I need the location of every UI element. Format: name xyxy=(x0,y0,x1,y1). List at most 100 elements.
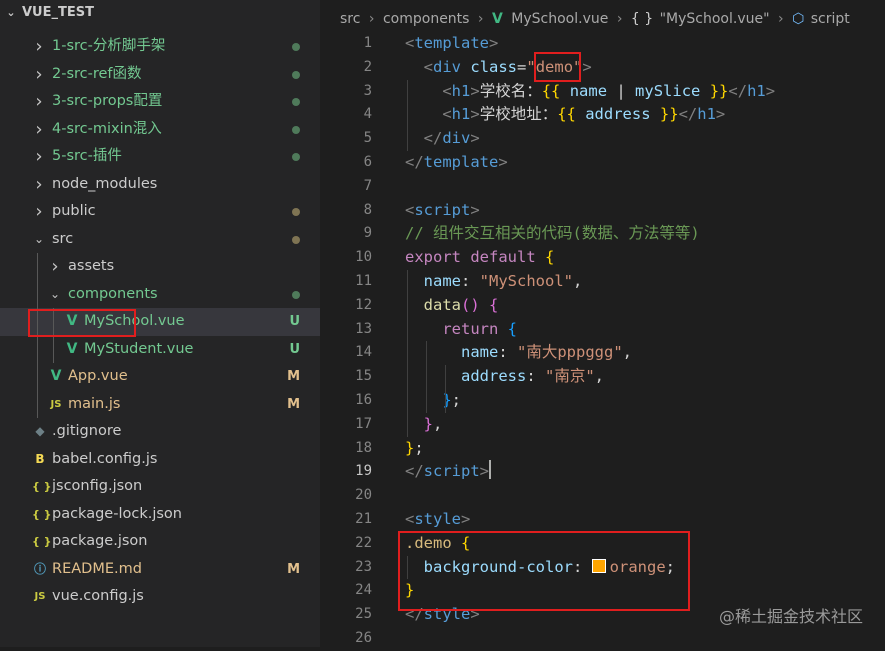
tree-item[interactable]: V MySchool.vue U xyxy=(0,308,320,336)
tree-item[interactable]: ◆ .gitignore xyxy=(0,418,320,446)
tree-item[interactable]: › 2-src-ref函数 xyxy=(0,61,320,89)
code-text: </div> xyxy=(405,127,480,151)
code-line[interactable]: 14 name: "南大pppggg", xyxy=(320,341,885,365)
code-line[interactable]: 17 }, xyxy=(320,413,885,437)
chevron-down-icon[interactable]: ⌄ xyxy=(48,281,62,309)
tree-item[interactable]: ⌄ components xyxy=(0,280,320,309)
code-line[interactable]: 3 <h1>学校名：{{ name | mySlice }}</h1> xyxy=(320,80,885,104)
tree-item[interactable]: JS vue.config.js xyxy=(0,583,320,611)
git-status-dot xyxy=(292,70,300,79)
code-text: .demo { xyxy=(405,532,470,556)
code-line[interactable]: 23 background-color: orange; xyxy=(320,556,885,580)
tree-item[interactable]: › node_modules xyxy=(0,171,320,199)
chevron-right-icon[interactable]: › xyxy=(32,116,46,144)
code-line[interactable]: 2 <div class="demo"> xyxy=(320,56,885,80)
line-number: 7 xyxy=(363,177,372,194)
chevron-right-icon[interactable]: › xyxy=(32,88,46,116)
code-line[interactable]: 10 export default { xyxy=(320,246,885,270)
explorer-project-header[interactable]: ⌄ VUE_TEST xyxy=(0,0,320,26)
code-line[interactable]: 16 }; xyxy=(320,389,885,413)
code-area[interactable]: 1 <template> 2 <div class="demo"> 3 <h1>学校名… xyxy=(320,32,885,651)
code-line[interactable]: 4 <h1>学校地址：{{ address }}</h1> xyxy=(320,103,885,127)
chevron-right-icon[interactable]: › xyxy=(32,143,46,171)
tree-item[interactable]: V MyStudent.vue U xyxy=(0,335,320,363)
tree-item[interactable]: V App.vue M xyxy=(0,363,320,391)
breadcrumb-components[interactable]: components xyxy=(383,11,470,27)
code-line[interactable]: 21 <style> xyxy=(320,508,885,532)
code-token: > xyxy=(489,34,499,52)
tree-item-label: MyStudent.vue xyxy=(84,340,194,357)
code-line[interactable]: 22 .demo { xyxy=(320,532,885,556)
code-token: address xyxy=(461,367,527,386)
code-line[interactable]: 24} xyxy=(320,579,885,603)
chevron-right-icon[interactable]: › xyxy=(32,171,46,199)
tree-item-label: MySchool.vue xyxy=(84,313,185,329)
tree-item[interactable]: › 1-src-分析脚手架 xyxy=(0,33,320,61)
cube-icon: ⬡ xyxy=(792,11,805,27)
chevron-right-icon[interactable]: › xyxy=(32,198,46,226)
chevron-down-icon[interactable]: ⌄ xyxy=(32,226,46,254)
git-status-badge: M xyxy=(287,396,300,412)
code-editor[interactable]: src › components › V MySchool.vue › { } … xyxy=(320,0,885,647)
tree-item[interactable]: › assets xyxy=(0,253,320,281)
tree-item-label: 5-src-插件 xyxy=(52,148,122,164)
line-number: 25 xyxy=(355,606,372,623)
breadcrumb-src[interactable]: src xyxy=(340,11,360,27)
code-line[interactable]: 7 xyxy=(320,175,885,199)
tree-item[interactable]: › 4-src-mixin混入 xyxy=(0,116,320,144)
code-text: </style> xyxy=(405,603,480,627)
indent-guide xyxy=(445,365,446,413)
tree-item-label: jsconfig.json xyxy=(52,478,143,494)
tree-item-label: node_modules xyxy=(52,175,158,192)
tree-item[interactable]: ⌄ src xyxy=(0,226,320,254)
code-line[interactable]: 26 xyxy=(320,627,885,651)
git-status-dot xyxy=(292,290,300,299)
git-status-dot xyxy=(292,125,300,134)
color-swatch-icon[interactable] xyxy=(591,558,606,573)
code-line[interactable]: 13 return { xyxy=(320,318,885,342)
code-text: } xyxy=(405,579,414,603)
code-text: <style> xyxy=(405,508,470,532)
breadcrumb-script[interactable]: script xyxy=(811,11,850,27)
line-number: 3 xyxy=(363,82,372,99)
code-line[interactable]: 15 address: "南京", xyxy=(320,365,885,389)
line-number: 26 xyxy=(355,629,372,646)
code-line[interactable]: 1 <template> xyxy=(320,32,885,56)
code-token: {{ xyxy=(541,81,561,100)
line-number: 24 xyxy=(355,582,372,599)
breadcrumb-file[interactable]: MySchool.vue xyxy=(511,11,608,27)
code-line[interactable]: 9 // 组件交互相关的代码(数据、方法等等) xyxy=(320,222,885,246)
tree-item[interactable]: { } jsconfig.json xyxy=(0,473,320,501)
code-line[interactable]: 6 </template> xyxy=(320,151,885,175)
code-token: = xyxy=(517,57,527,76)
tree-item[interactable]: JS main.js M xyxy=(0,390,320,418)
tree-item[interactable]: › public xyxy=(0,198,320,226)
code-token: > xyxy=(498,152,508,171)
babel-file-icon: B xyxy=(35,451,45,466)
chevron-right-icon[interactable]: › xyxy=(32,33,46,61)
chevron-right-icon[interactable]: › xyxy=(32,61,46,89)
code-line[interactable]: 12 data() { xyxy=(320,294,885,318)
braces-icon: { } xyxy=(630,11,654,27)
tree-item[interactable]: { } package.json xyxy=(0,528,320,556)
code-line[interactable]: 18}; xyxy=(320,437,885,461)
breadcrumb-component-name[interactable]: "MySchool.vue" xyxy=(660,11,770,27)
tree-item[interactable]: Bbabel.config.js xyxy=(0,446,320,474)
code-line[interactable]: 11 name: "MySchool", xyxy=(320,270,885,294)
code-line[interactable]: 19 </script> xyxy=(320,460,885,484)
code-token: style xyxy=(414,509,462,528)
tree-item[interactable]: › 3-src-props配置 xyxy=(0,88,320,116)
code-token: , xyxy=(573,271,583,290)
code-token: < xyxy=(405,200,415,219)
code-line[interactable]: 20 xyxy=(320,484,885,508)
code-token: > xyxy=(470,105,480,124)
tree-item[interactable]: › 5-src-插件 xyxy=(0,143,320,171)
code-line[interactable]: 8 <script> xyxy=(320,199,885,223)
tree-item[interactable]: ⓘ README.md M xyxy=(0,556,320,584)
code-line[interactable]: 5 </div> xyxy=(320,127,885,151)
chevron-right-icon[interactable]: › xyxy=(48,253,62,281)
tree-item[interactable]: { } package-lock.json xyxy=(0,501,320,529)
